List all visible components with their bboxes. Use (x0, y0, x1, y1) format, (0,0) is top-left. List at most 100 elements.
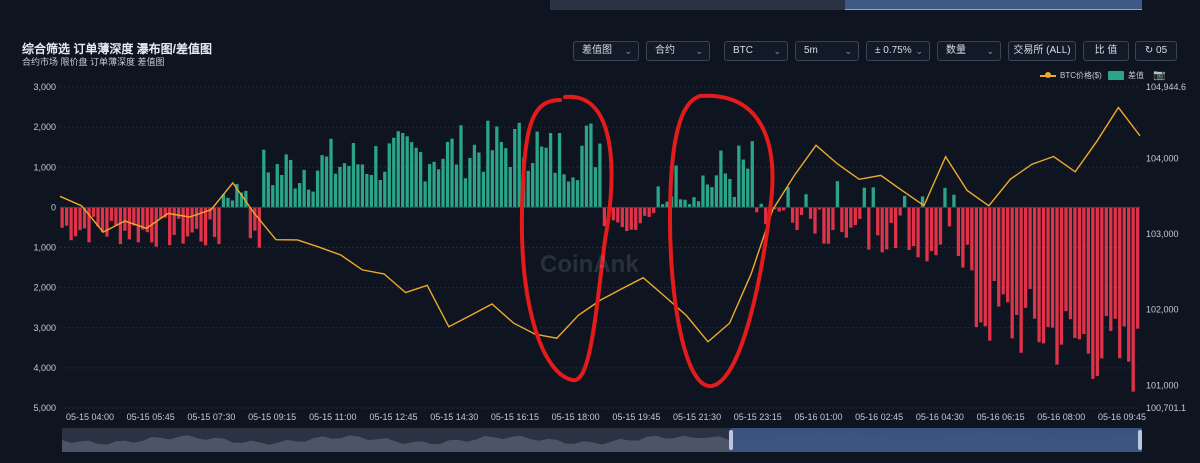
diff-bar (423, 181, 427, 208)
diff-bar (979, 207, 983, 323)
diff-bar (629, 207, 633, 230)
diff-bar (1037, 207, 1041, 343)
x-axis-tick: 05-15 05:45 (127, 412, 175, 422)
diff-bar (432, 161, 436, 208)
diff-bar (638, 207, 642, 224)
left-axis-tick: 3,000 (33, 82, 56, 92)
diff-bar (540, 146, 544, 208)
diff-bar (853, 207, 857, 226)
diff-bar (826, 207, 831, 244)
x-axis-tick: 05-15 11:00 (309, 412, 356, 422)
diff-bar (759, 203, 763, 208)
bottom-range-selection[interactable] (731, 428, 1142, 452)
diff-bar (997, 207, 1001, 307)
diff-bar (1010, 207, 1014, 339)
x-axis-tick: 05-16 08:00 (1037, 412, 1085, 422)
diff-bar (755, 207, 759, 213)
x-axis-tick: 05-16 01:00 (794, 412, 842, 422)
diff-bar (450, 138, 454, 208)
range-handle-right[interactable] (1138, 430, 1142, 450)
diff-bar (566, 181, 571, 208)
diff-bar (584, 125, 589, 208)
diff-bar (647, 207, 651, 217)
diff-bar (557, 133, 562, 208)
diff-bar (1050, 207, 1055, 328)
diff-bar (795, 207, 799, 230)
diff-bar (1064, 207, 1068, 312)
x-axis-tick: 05-15 21:30 (673, 412, 721, 422)
diff-bar (436, 169, 441, 208)
diff-bar (710, 187, 714, 208)
diff-bar (1136, 207, 1140, 329)
diff-bar (1113, 207, 1117, 319)
right-axis-tick: 104,000 (1146, 153, 1179, 163)
diff-bar (696, 201, 701, 208)
diff-bar (459, 125, 463, 208)
diff-bar (114, 207, 118, 226)
diff-bar (1041, 207, 1046, 344)
diff-bar (840, 207, 844, 232)
diff-chart: 3,000 2,000 1,000 0 1,000 2,000 3,000 4,000 5,00… (33, 82, 1186, 422)
bottom-range-scrollbar[interactable] (62, 428, 1142, 452)
diff-bar (401, 133, 405, 208)
diff-bar (844, 207, 849, 238)
diff-bar (732, 196, 736, 208)
diff-bar (674, 165, 678, 208)
diff-bar (289, 159, 293, 208)
diff-bar (405, 136, 409, 208)
x-axis-tick: 05-16 02:45 (855, 412, 903, 422)
diff-bar (91, 207, 96, 217)
right-axis-tick: 103,000 (1146, 229, 1179, 239)
diff-bar (894, 207, 898, 249)
diff-bar (902, 195, 907, 208)
diff-bar (741, 159, 745, 208)
diff-bar (477, 152, 481, 208)
diff-bar (499, 141, 503, 208)
diff-bar (634, 207, 638, 230)
diff-bar (517, 122, 521, 208)
diff-bar (831, 207, 835, 231)
diff-bar (692, 197, 696, 208)
diff-bar (217, 207, 221, 245)
diff-bar (1131, 207, 1135, 392)
diff-bar (508, 166, 512, 208)
diff-bar (1100, 207, 1104, 359)
diff-bar (1028, 207, 1032, 289)
left-axis-tick: 2,000 (33, 122, 56, 132)
watermark-text: CoinAnk (540, 251, 639, 278)
x-axis-tick: 05-15 04:00 (66, 412, 114, 422)
diff-bar (620, 207, 624, 228)
diff-bar (185, 207, 190, 237)
left-axis-tick: 0 (51, 202, 56, 212)
diff-bar (513, 129, 517, 208)
x-axis-tick: 05-15 09:15 (248, 412, 296, 422)
annotation-circle-2 (667, 93, 775, 389)
diff-bar (365, 173, 369, 208)
diff-bar (858, 207, 862, 219)
right-axis-tick: 104,944.6 (1146, 82, 1186, 92)
diff-bar (562, 174, 566, 208)
diff-bar (1046, 207, 1050, 328)
diff-bar (293, 188, 297, 208)
diff-bar (181, 207, 185, 244)
diff-bar (705, 184, 710, 208)
diff-bar (427, 164, 432, 208)
diff-bar (970, 207, 974, 271)
diff-bar (78, 207, 82, 231)
diff-bar (1015, 207, 1019, 315)
diff-bar (1073, 207, 1077, 338)
diff-bar (929, 207, 934, 252)
diff-bar (262, 149, 266, 208)
diff-bar (1077, 207, 1082, 340)
diff-bar (728, 178, 732, 208)
diff-bar (387, 143, 391, 208)
diff-bar (154, 207, 158, 247)
diff-bar (419, 152, 423, 208)
diff-bar (790, 207, 795, 223)
diff-bar (298, 183, 302, 208)
diff-bar (203, 207, 208, 246)
range-handle-left[interactable] (729, 430, 733, 450)
diff-bar (683, 199, 687, 208)
diff-bar (849, 207, 853, 228)
diff-bar (723, 173, 728, 208)
